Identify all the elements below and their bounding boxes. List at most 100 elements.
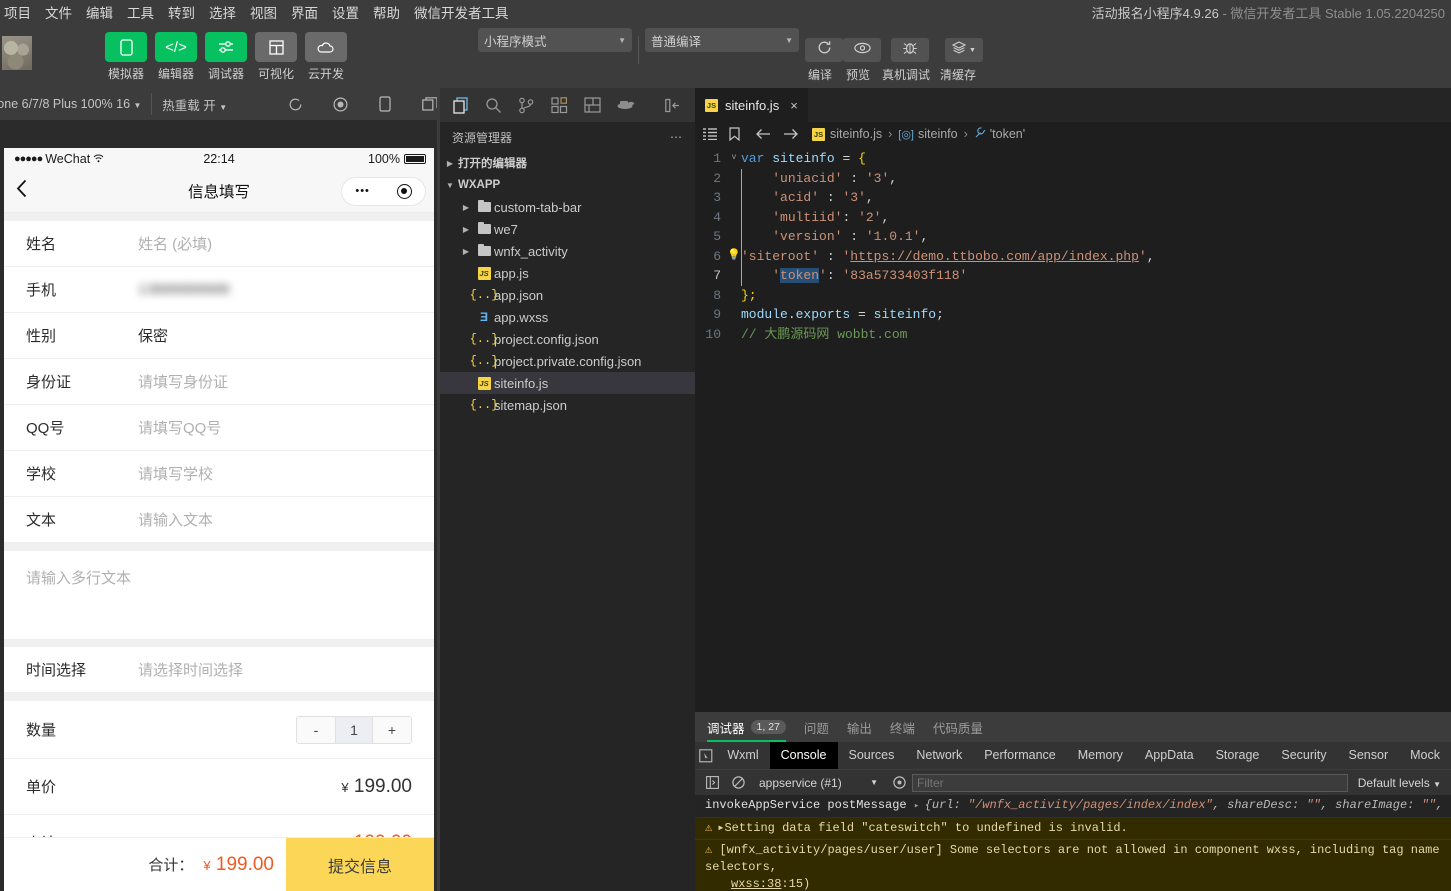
menu-item-project[interactable]: 项目: [0, 0, 38, 28]
refresh-icon[interactable]: [285, 97, 306, 112]
devtools-tab-console[interactable]: Console: [770, 742, 838, 769]
form-row-qq[interactable]: QQ号 请填写QQ号: [4, 405, 434, 451]
toolbar-editor-button[interactable]: </> 编辑器: [155, 32, 197, 82]
source-control-icon[interactable]: [510, 97, 543, 114]
compile-button[interactable]: [805, 38, 843, 62]
devtools-tab-performance[interactable]: Performance: [973, 742, 1067, 769]
expand-arrow-icon[interactable]: ▸: [914, 801, 925, 811]
file-item-custom-tab-bar[interactable]: ▶ custom-tab-bar: [440, 196, 695, 218]
back-button[interactable]: [16, 179, 27, 204]
breadcrumb-file[interactable]: JS siteinfo.js: [812, 127, 882, 141]
forward-arrow-icon[interactable]: [783, 128, 798, 140]
devtools-tab-appdata[interactable]: AppData: [1134, 742, 1205, 769]
devtools-tab-sensor[interactable]: Sensor: [1338, 742, 1400, 769]
more-icon[interactable]: ⋯: [670, 130, 683, 144]
debugger-tab-debugger[interactable]: 调试器 1, 27: [707, 712, 786, 742]
toolbar-simulator-button[interactable]: 模拟器: [105, 32, 147, 82]
devtools-tab-wxml[interactable]: Wxml: [716, 742, 769, 769]
toolbar-visual-button[interactable]: 可视化: [255, 32, 297, 82]
inspect-cursor-icon[interactable]: [695, 749, 716, 763]
quantity-plus-button[interactable]: +: [373, 717, 411, 743]
menu-item-edit[interactable]: 编辑: [79, 0, 120, 28]
console-output[interactable]: invokeAppService postMessage ▸ {url: "/w…: [695, 795, 1451, 891]
file-item-project-private-config-json[interactable]: {..} project.private.config.json: [440, 350, 695, 372]
bookmark-icon[interactable]: [729, 127, 740, 141]
file-item-app-wxss[interactable]: Ǝ app.wxss: [440, 306, 695, 328]
hot-reload-toggle[interactable]: 热重载 开 ▼: [162, 95, 227, 114]
menu-item-goto[interactable]: 转到: [161, 0, 202, 28]
preview-button[interactable]: [843, 38, 881, 62]
compile-mode-select[interactable]: 普通编译 ▼: [645, 28, 799, 52]
devtools-tab-memory[interactable]: Memory: [1067, 742, 1134, 769]
devtools-tab-network[interactable]: Network: [905, 742, 973, 769]
form-row-name[interactable]: 姓名 姓名 (必填): [4, 221, 434, 267]
console-sidebar-icon[interactable]: [699, 776, 725, 789]
form-row-time-picker[interactable]: 时间选择 请选择时间选择: [4, 647, 434, 693]
console-levels-select[interactable]: Default levels ▼: [1348, 776, 1451, 790]
breadcrumb-symbol-token[interactable]: 'token': [974, 127, 1025, 142]
editor-tab-siteinfo-js[interactable]: JS siteinfo.js ×: [695, 88, 808, 122]
console-message-warning[interactable]: ⚠ [wnfx_activity/pages/user/user] Some s…: [695, 840, 1451, 891]
clear-console-icon[interactable]: [725, 776, 751, 789]
device-select[interactable]: Phone 6/7/8 Plus 100% 16 ▼: [0, 97, 141, 111]
live-expression-icon[interactable]: [886, 776, 912, 789]
debugger-tab-output[interactable]: 输出: [847, 712, 872, 742]
outline-icon[interactable]: [703, 128, 717, 140]
project-avatar[interactable]: [2, 36, 32, 70]
debugger-tab-problems[interactable]: 问题: [804, 712, 829, 742]
docker-icon[interactable]: [609, 98, 642, 112]
menu-item-tools[interactable]: 工具: [120, 0, 161, 28]
token-url[interactable]: https://demo.ttbobo.com/app/index.php: [850, 249, 1139, 264]
devtools-tab-sources[interactable]: Sources: [838, 742, 906, 769]
extensions-icon[interactable]: [543, 97, 576, 114]
quantity-stepper[interactable]: - 1 +: [296, 716, 412, 744]
devtools-tab-security[interactable]: Security: [1270, 742, 1337, 769]
form-row-school[interactable]: 学校 请填写学校: [4, 451, 434, 497]
menu-item-select[interactable]: 选择: [202, 0, 243, 28]
devtools-tab-storage[interactable]: Storage: [1205, 742, 1271, 769]
menu-item-settings[interactable]: 设置: [325, 0, 366, 28]
source-link[interactable]: wxss:38: [731, 877, 781, 891]
form-row-gender[interactable]: 性别 保密: [4, 313, 434, 359]
collapse-sidebar-icon[interactable]: [656, 98, 689, 113]
mode-select[interactable]: 小程序模式 ▼: [478, 28, 632, 52]
debugger-tab-terminal[interactable]: 终端: [890, 712, 915, 742]
multiline-textarea[interactable]: 请输入多行文本: [4, 551, 434, 639]
console-context-select[interactable]: appservice (#1) ▼: [751, 776, 886, 790]
file-item-we7[interactable]: ▶ we7: [440, 218, 695, 240]
breadcrumb-symbol-siteinfo[interactable]: [◎] siteinfo: [898, 127, 957, 141]
record-icon[interactable]: [330, 97, 351, 112]
devtools-tab-mock[interactable]: Mock: [1399, 742, 1451, 769]
debugger-tab-code-quality[interactable]: 代码质量: [933, 712, 983, 742]
explorer-section-wxapp[interactable]: ▼ WXAPP: [440, 174, 695, 196]
file-item-wnfx-activity[interactable]: ▶ wnfx_activity: [440, 240, 695, 262]
file-item-app-json[interactable]: {..} app.json: [440, 284, 695, 306]
back-arrow-icon[interactable]: [756, 128, 771, 140]
lightbulb-icon[interactable]: 💡: [727, 247, 741, 267]
wxml-panel-icon[interactable]: [576, 97, 609, 113]
file-item-sitemap-json[interactable]: {..} sitemap.json: [440, 394, 695, 416]
close-icon[interactable]: ×: [790, 98, 798, 113]
form-row-idcard[interactable]: 身份证 请填写身份证: [4, 359, 434, 405]
file-item-app-js[interactable]: JS app.js: [440, 262, 695, 284]
fold-chevron-icon[interactable]: ˅: [727, 149, 741, 169]
submit-button[interactable]: 提交信息: [286, 838, 434, 891]
toolbar-cloud-button[interactable]: 云开发: [305, 32, 347, 82]
menu-item-file[interactable]: 文件: [38, 0, 79, 28]
quantity-value[interactable]: 1: [335, 717, 373, 743]
files-icon[interactable]: [444, 97, 477, 114]
menu-item-interface[interactable]: 界面: [284, 0, 325, 28]
explorer-section-open-editors[interactable]: ▶ 打开的编辑器: [440, 152, 695, 174]
clear-cache-button[interactable]: ▼: [945, 38, 983, 62]
capsule-menu[interactable]: •••: [341, 177, 426, 206]
device-icon[interactable]: [375, 96, 396, 112]
file-item-project-config-json[interactable]: {..} project.config.json: [440, 328, 695, 350]
console-filter-input[interactable]: [912, 774, 1348, 792]
form-row-text[interactable]: 文本 请输入文本: [4, 497, 434, 543]
console-message-log[interactable]: invokeAppService postMessage ▸ {url: "/w…: [695, 795, 1451, 818]
search-icon[interactable]: [477, 97, 510, 114]
toolbar-debugger-button[interactable]: 调试器: [205, 32, 247, 82]
menu-item-devtools[interactable]: 微信开发者工具: [407, 0, 516, 28]
console-message-warning[interactable]: ⚠ ▸Setting data field "cateswitch" to un…: [695, 818, 1451, 840]
code-content[interactable]: 1 ˅ var siteinfo = { 2 'uniacid' : '3', …: [695, 146, 1451, 344]
